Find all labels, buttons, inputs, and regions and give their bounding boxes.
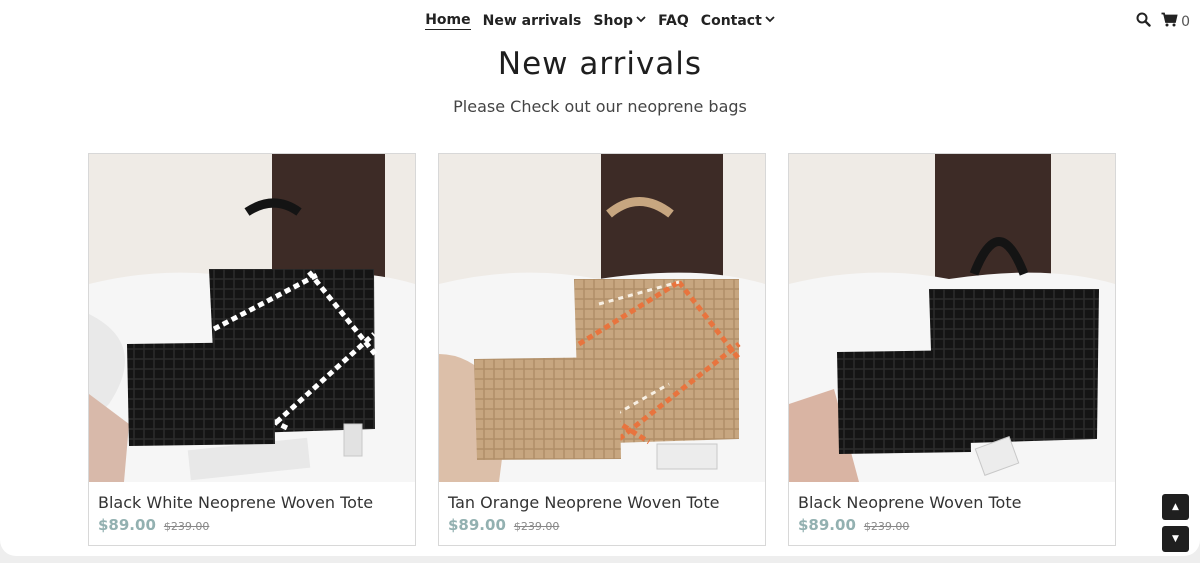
product-image[interactable]: [89, 154, 415, 482]
header-tools: 0: [1136, 12, 1190, 31]
nav-item-new-arrivals[interactable]: New arrivals: [483, 12, 582, 30]
price-row: $89.00 $239.00: [798, 516, 909, 534]
nav-item-label: Contact: [700, 13, 762, 29]
compare-at-price: $239.00: [163, 520, 210, 533]
cart-icon: [1161, 12, 1178, 31]
product-image[interactable]: [439, 154, 765, 482]
nav-item-label: FAQ: [658, 13, 689, 29]
nav-item-shop[interactable]: Shop: [593, 12, 646, 30]
search-icon[interactable]: [1136, 12, 1151, 31]
product-name[interactable]: Tan Orange Neoprene Woven Tote: [448, 493, 719, 512]
compare-at-price: $239.00: [863, 520, 910, 533]
nav-item-contact[interactable]: Contact: [701, 12, 775, 30]
product-card[interactable]: Black White Neoprene Woven Tote $89.00 $…: [88, 153, 416, 546]
cart-link[interactable]: 0: [1161, 12, 1190, 31]
main-nav: Home New arrivals Shop FAQ Contact: [0, 12, 1200, 30]
product-name[interactable]: Black White Neoprene Woven Tote: [98, 493, 373, 512]
page-title: New arrivals: [497, 46, 703, 82]
nav-item-label: Home: [425, 12, 471, 28]
price-row: $89.00 $239.00: [448, 516, 559, 534]
scroll-down-button[interactable]: ▼: [1162, 526, 1189, 552]
nav-item-faq[interactable]: FAQ: [658, 12, 689, 30]
price-row: $89.00 $239.00: [98, 516, 209, 534]
page: Home New arrivals Shop FAQ Contact 0 New…: [0, 0, 1200, 556]
product-card[interactable]: Black Neoprene Woven Tote $89.00 $239.00: [788, 153, 1116, 546]
compare-at-price: $239.00: [513, 520, 560, 533]
arrow-down-icon: ▼: [1172, 534, 1179, 544]
scroll-up-button[interactable]: ▲: [1162, 494, 1189, 520]
chevron-down-icon: [765, 15, 775, 26]
chevron-down-icon: [636, 15, 646, 26]
nav-item-label: New arrivals: [482, 13, 582, 29]
product-card[interactable]: Tan Orange Neoprene Woven Tote $89.00 $2…: [438, 153, 766, 546]
product-price: $89.00: [448, 516, 506, 534]
nav-item-home[interactable]: Home: [425, 12, 471, 30]
nav-item-label: Shop: [593, 13, 634, 29]
product-price: $89.00: [798, 516, 856, 534]
product-name[interactable]: Black Neoprene Woven Tote: [798, 493, 1021, 512]
product-image[interactable]: [789, 154, 1115, 482]
product-price: $89.00: [98, 516, 156, 534]
page-subtitle: Please Check out our neoprene bags: [453, 97, 747, 116]
cart-count: 0: [1181, 13, 1190, 30]
arrow-up-icon: ▲: [1172, 502, 1179, 512]
